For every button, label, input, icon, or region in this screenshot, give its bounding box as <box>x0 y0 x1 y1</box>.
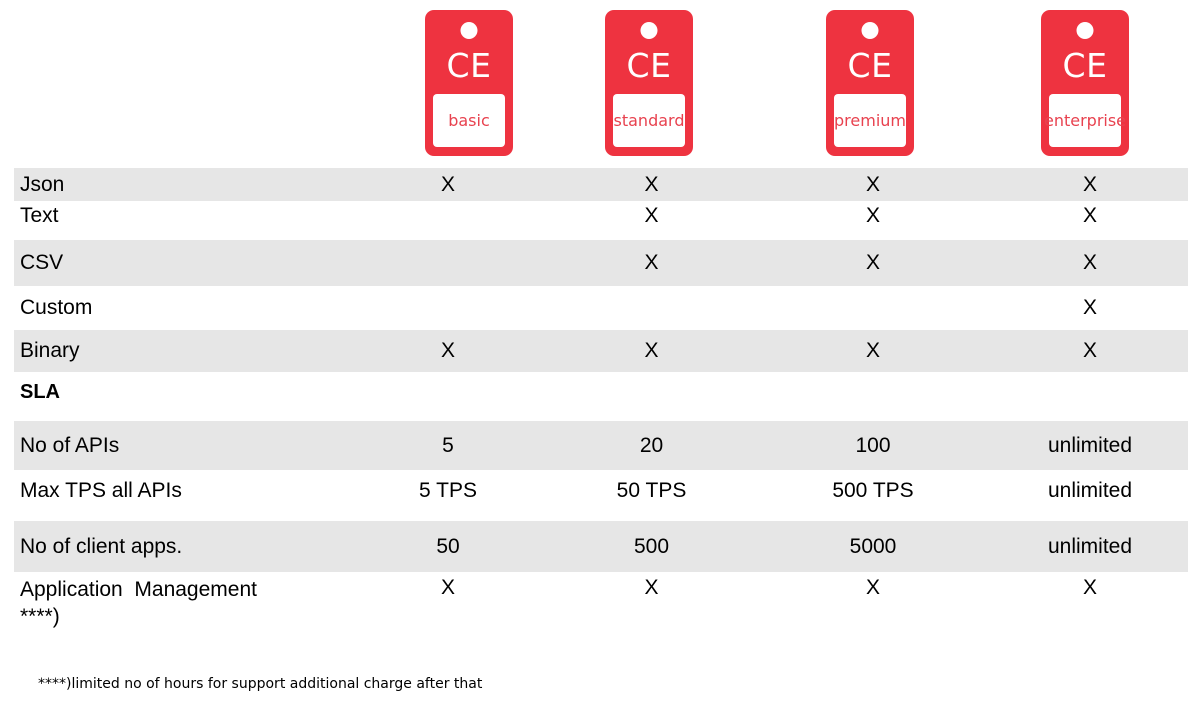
tag-plan-name: basic <box>448 110 490 130</box>
tag-brand-label: CE <box>847 46 893 85</box>
row-cell-standard: X <box>644 576 659 599</box>
tag-hole-icon <box>861 22 879 39</box>
row-spacer <box>0 231 1200 240</box>
row-cell-standard: 20 <box>639 433 664 457</box>
plan-tag-premium[interactable]: CE premium <box>826 10 914 156</box>
table-row: CSV X X X <box>0 240 1200 286</box>
tag-brand-label: CE <box>446 46 492 85</box>
tag-plate: basic <box>433 94 505 147</box>
row-cell-standard <box>549 286 754 330</box>
row-cell-basic <box>353 201 543 231</box>
tag-plan-name: enterprise <box>1043 110 1127 130</box>
tag-brand-label: CE <box>1062 46 1108 85</box>
plan-tag-enterprise[interactable]: CE enterprise <box>1041 10 1129 156</box>
footnote: ****)limited no of hours for support add… <box>38 676 483 692</box>
row-cell-basic: X <box>440 576 455 599</box>
row-cell-enterprise: X <box>1082 576 1097 599</box>
section-label: SLA <box>20 380 60 403</box>
row-cell-basic: X <box>440 339 455 362</box>
table-row: Json X X X X <box>0 168 1200 201</box>
table-row: Custom X <box>0 286 1200 330</box>
table-row: No of client apps. 50 500 5000 unlimited <box>0 521 1200 572</box>
table-row: No of APIs 5 20 100 unlimited <box>0 421 1200 470</box>
row-spacer <box>0 512 1200 521</box>
table-row: Application Management ****) X X X X <box>0 572 1200 628</box>
tag-hole-icon <box>460 22 478 39</box>
row-cell-basic: 50 <box>436 534 460 558</box>
row-label: Application Management ****) <box>20 578 257 628</box>
row-cell-enterprise: X <box>1082 172 1097 196</box>
tag-plate: premium <box>834 94 906 147</box>
row-cell-basic <box>353 240 543 286</box>
row-label: Max TPS all APIs <box>20 479 182 502</box>
plan-tag-standard[interactable]: CE standard <box>605 10 693 156</box>
row-cell-enterprise: unlimited <box>1047 534 1133 558</box>
row-cell-basic <box>353 286 543 330</box>
row-cell-standard: 50 TPS <box>616 479 687 502</box>
row-label: Json <box>20 172 65 196</box>
tag-plate: enterprise <box>1044 94 1126 147</box>
row-cell-premium: X <box>865 172 880 196</box>
table-row: Max TPS all APIs 5 TPS 50 TPS 500 TPS un… <box>0 470 1200 512</box>
row-cell-enterprise: unlimited <box>1047 479 1133 502</box>
row-cell-standard: 500 <box>633 534 670 558</box>
row-cell-basic: 5 TPS <box>419 479 477 502</box>
row-cell-enterprise: X <box>1082 204 1097 227</box>
table-section-header-sla: SLA <box>0 372 1200 411</box>
row-label: Binary <box>20 339 80 362</box>
row-label: Text <box>20 204 59 227</box>
row-cell-standard: X <box>644 251 659 274</box>
tag-hole-icon <box>640 22 658 39</box>
row-cell-basic: 5 <box>442 433 454 457</box>
row-cell-enterprise: X <box>1082 251 1097 274</box>
row-cell-premium: 100 <box>855 433 891 457</box>
row-cell-premium: X <box>865 204 880 227</box>
plan-comparison-table: Json X X X X Text X X X CSV X X X Custom… <box>0 168 1200 628</box>
row-cell-standard: X <box>644 172 659 196</box>
tag-brand-label: CE <box>626 46 672 85</box>
tag-plan-name: standard <box>613 110 685 130</box>
row-cell-premium: 5000 <box>849 534 897 558</box>
row-cell-premium: X <box>865 339 880 362</box>
row-cell-standard: X <box>644 204 659 227</box>
plan-tags-header: CE basic CE standard CE premium CE enter… <box>0 0 1200 168</box>
row-spacer <box>0 411 1200 421</box>
row-label: No of APIs <box>20 433 120 457</box>
row-cell-enterprise: X <box>1082 296 1097 319</box>
row-label: CSV <box>20 251 64 274</box>
row-label: Custom <box>20 296 93 319</box>
row-label: No of client apps. <box>20 534 183 558</box>
row-cell-standard: X <box>644 339 659 362</box>
tag-hole-icon <box>1076 22 1094 39</box>
row-cell-basic: X <box>440 172 455 196</box>
row-cell-enterprise: unlimited <box>1047 433 1133 457</box>
row-cell-premium: 500 TPS <box>832 479 914 502</box>
row-cell-premium: X <box>865 251 880 274</box>
tag-plan-name: premium <box>834 110 906 130</box>
table-row: Binary X X X X <box>0 330 1200 372</box>
row-cell-premium <box>760 286 986 330</box>
tag-plate: standard <box>613 94 685 147</box>
row-cell-enterprise: X <box>1082 339 1097 362</box>
row-cell-premium: X <box>865 576 880 599</box>
table-row: Text X X X <box>0 201 1200 231</box>
plan-tag-basic[interactable]: CE basic <box>425 10 513 156</box>
